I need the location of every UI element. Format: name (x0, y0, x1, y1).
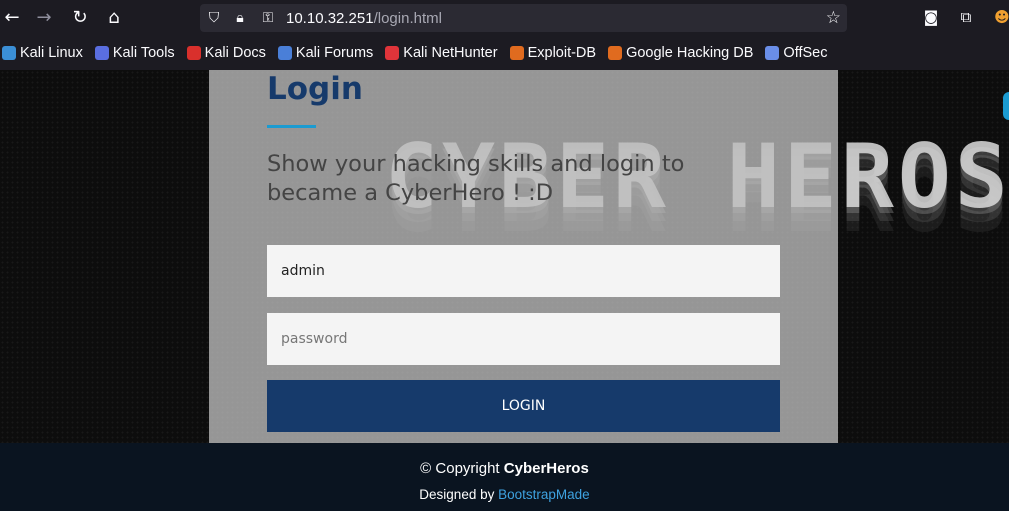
reload-icon[interactable]: ↻ (70, 8, 90, 28)
login-subtitle: Show your hacking skills and login to be… (267, 151, 685, 206)
page-title: Login (267, 71, 363, 107)
shield-icon[interactable]: ⛉ (205, 9, 223, 27)
kali-tools-icon (94, 46, 109, 60)
designed-prefix: Designed by (419, 487, 495, 502)
login-button[interactable]: LOGIN (267, 380, 780, 432)
bookmark-kali-tools[interactable]: Kali Tools (94, 45, 175, 61)
bookmark-label: Google Hacking DB (626, 45, 754, 61)
bookmark-label: Kali Linux (20, 45, 83, 61)
page-content: CYBER HEROS Login Show your hacking skil… (0, 70, 1009, 443)
bookmark-kali-forums[interactable]: Kali Forums (277, 45, 374, 61)
kali-docs-icon (186, 46, 201, 60)
bootstrapmade-link[interactable]: BootstrapMade (498, 487, 590, 502)
title-underline (267, 125, 316, 128)
scroll-indicator[interactable] (1003, 92, 1009, 120)
kali-forums-icon (277, 46, 292, 60)
copyright-brand: CyberHeros (503, 460, 589, 477)
browser-toolbar: ← → ↻ ⌂ ⛉ 🔒︎ ⚿ 10.10.32.251/login.html ☆… (0, 0, 1009, 36)
home-icon[interactable]: ⌂ (104, 8, 124, 28)
password-input[interactable]: password (267, 313, 780, 365)
star-icon[interactable]: ☆ (826, 8, 841, 28)
bookmarks-bar: Kali Linux Kali Tools Kali Docs Kali For… (0, 36, 1009, 70)
offsec-icon (765, 46, 780, 60)
url-path: /login.html (373, 10, 442, 27)
bookmark-label: Kali Forums (295, 45, 374, 61)
profile-icon[interactable]: ☻ (992, 7, 1009, 27)
bookmark-kali-linux[interactable]: Kali Linux (2, 45, 83, 61)
copyright-prefix: © Copyright (420, 460, 500, 477)
footer: © Copyright CyberHeros Designed by Boots… (0, 443, 1009, 511)
extensions-icon[interactable]: ⧉ (956, 7, 976, 27)
kali-linux-icon (2, 46, 16, 60)
address-bar[interactable]: ⛉ 🔒︎ ⚿ 10.10.32.251/login.html ☆ (200, 4, 847, 32)
lock-icon[interactable]: 🔒︎ (231, 9, 249, 27)
designed-by-text: Designed by BootstrapMade (0, 487, 1009, 502)
username-input[interactable]: admin (267, 245, 780, 297)
url-host: 10.10.32.251 (286, 10, 374, 27)
google-hacking-db-icon (608, 46, 623, 60)
bookmark-label: Exploit-DB (527, 45, 597, 61)
key-icon[interactable]: ⚿ (259, 9, 277, 27)
bookmark-kali-nethunter[interactable]: Kali NetHunter (385, 45, 498, 61)
back-icon[interactable]: ← (2, 8, 22, 28)
bookmark-label: OffSec (783, 45, 828, 61)
bookmark-offsec[interactable]: OffSec (765, 45, 827, 61)
exploit-db-icon (509, 46, 524, 60)
bookmark-label: Kali Tools (112, 45, 175, 61)
bookmark-kali-docs[interactable]: Kali Docs (186, 45, 266, 61)
bookmark-label: Kali Docs (204, 45, 266, 61)
pocket-icon[interactable]: ◙ (921, 7, 941, 27)
copyright-text: © Copyright CyberHeros (0, 460, 1009, 477)
bookmark-exploit-db[interactable]: Exploit-DB (509, 45, 597, 61)
bookmark-google-hacking-db[interactable]: Google Hacking DB (608, 45, 753, 61)
kali-nethunter-icon (385, 46, 400, 60)
url-text[interactable]: 10.10.32.251/login.html (286, 10, 442, 27)
bookmark-label: Kali NetHunter (403, 45, 498, 61)
login-panel: Login Show your hacking skills and login… (209, 70, 838, 443)
forward-icon[interactable]: → (34, 8, 54, 28)
